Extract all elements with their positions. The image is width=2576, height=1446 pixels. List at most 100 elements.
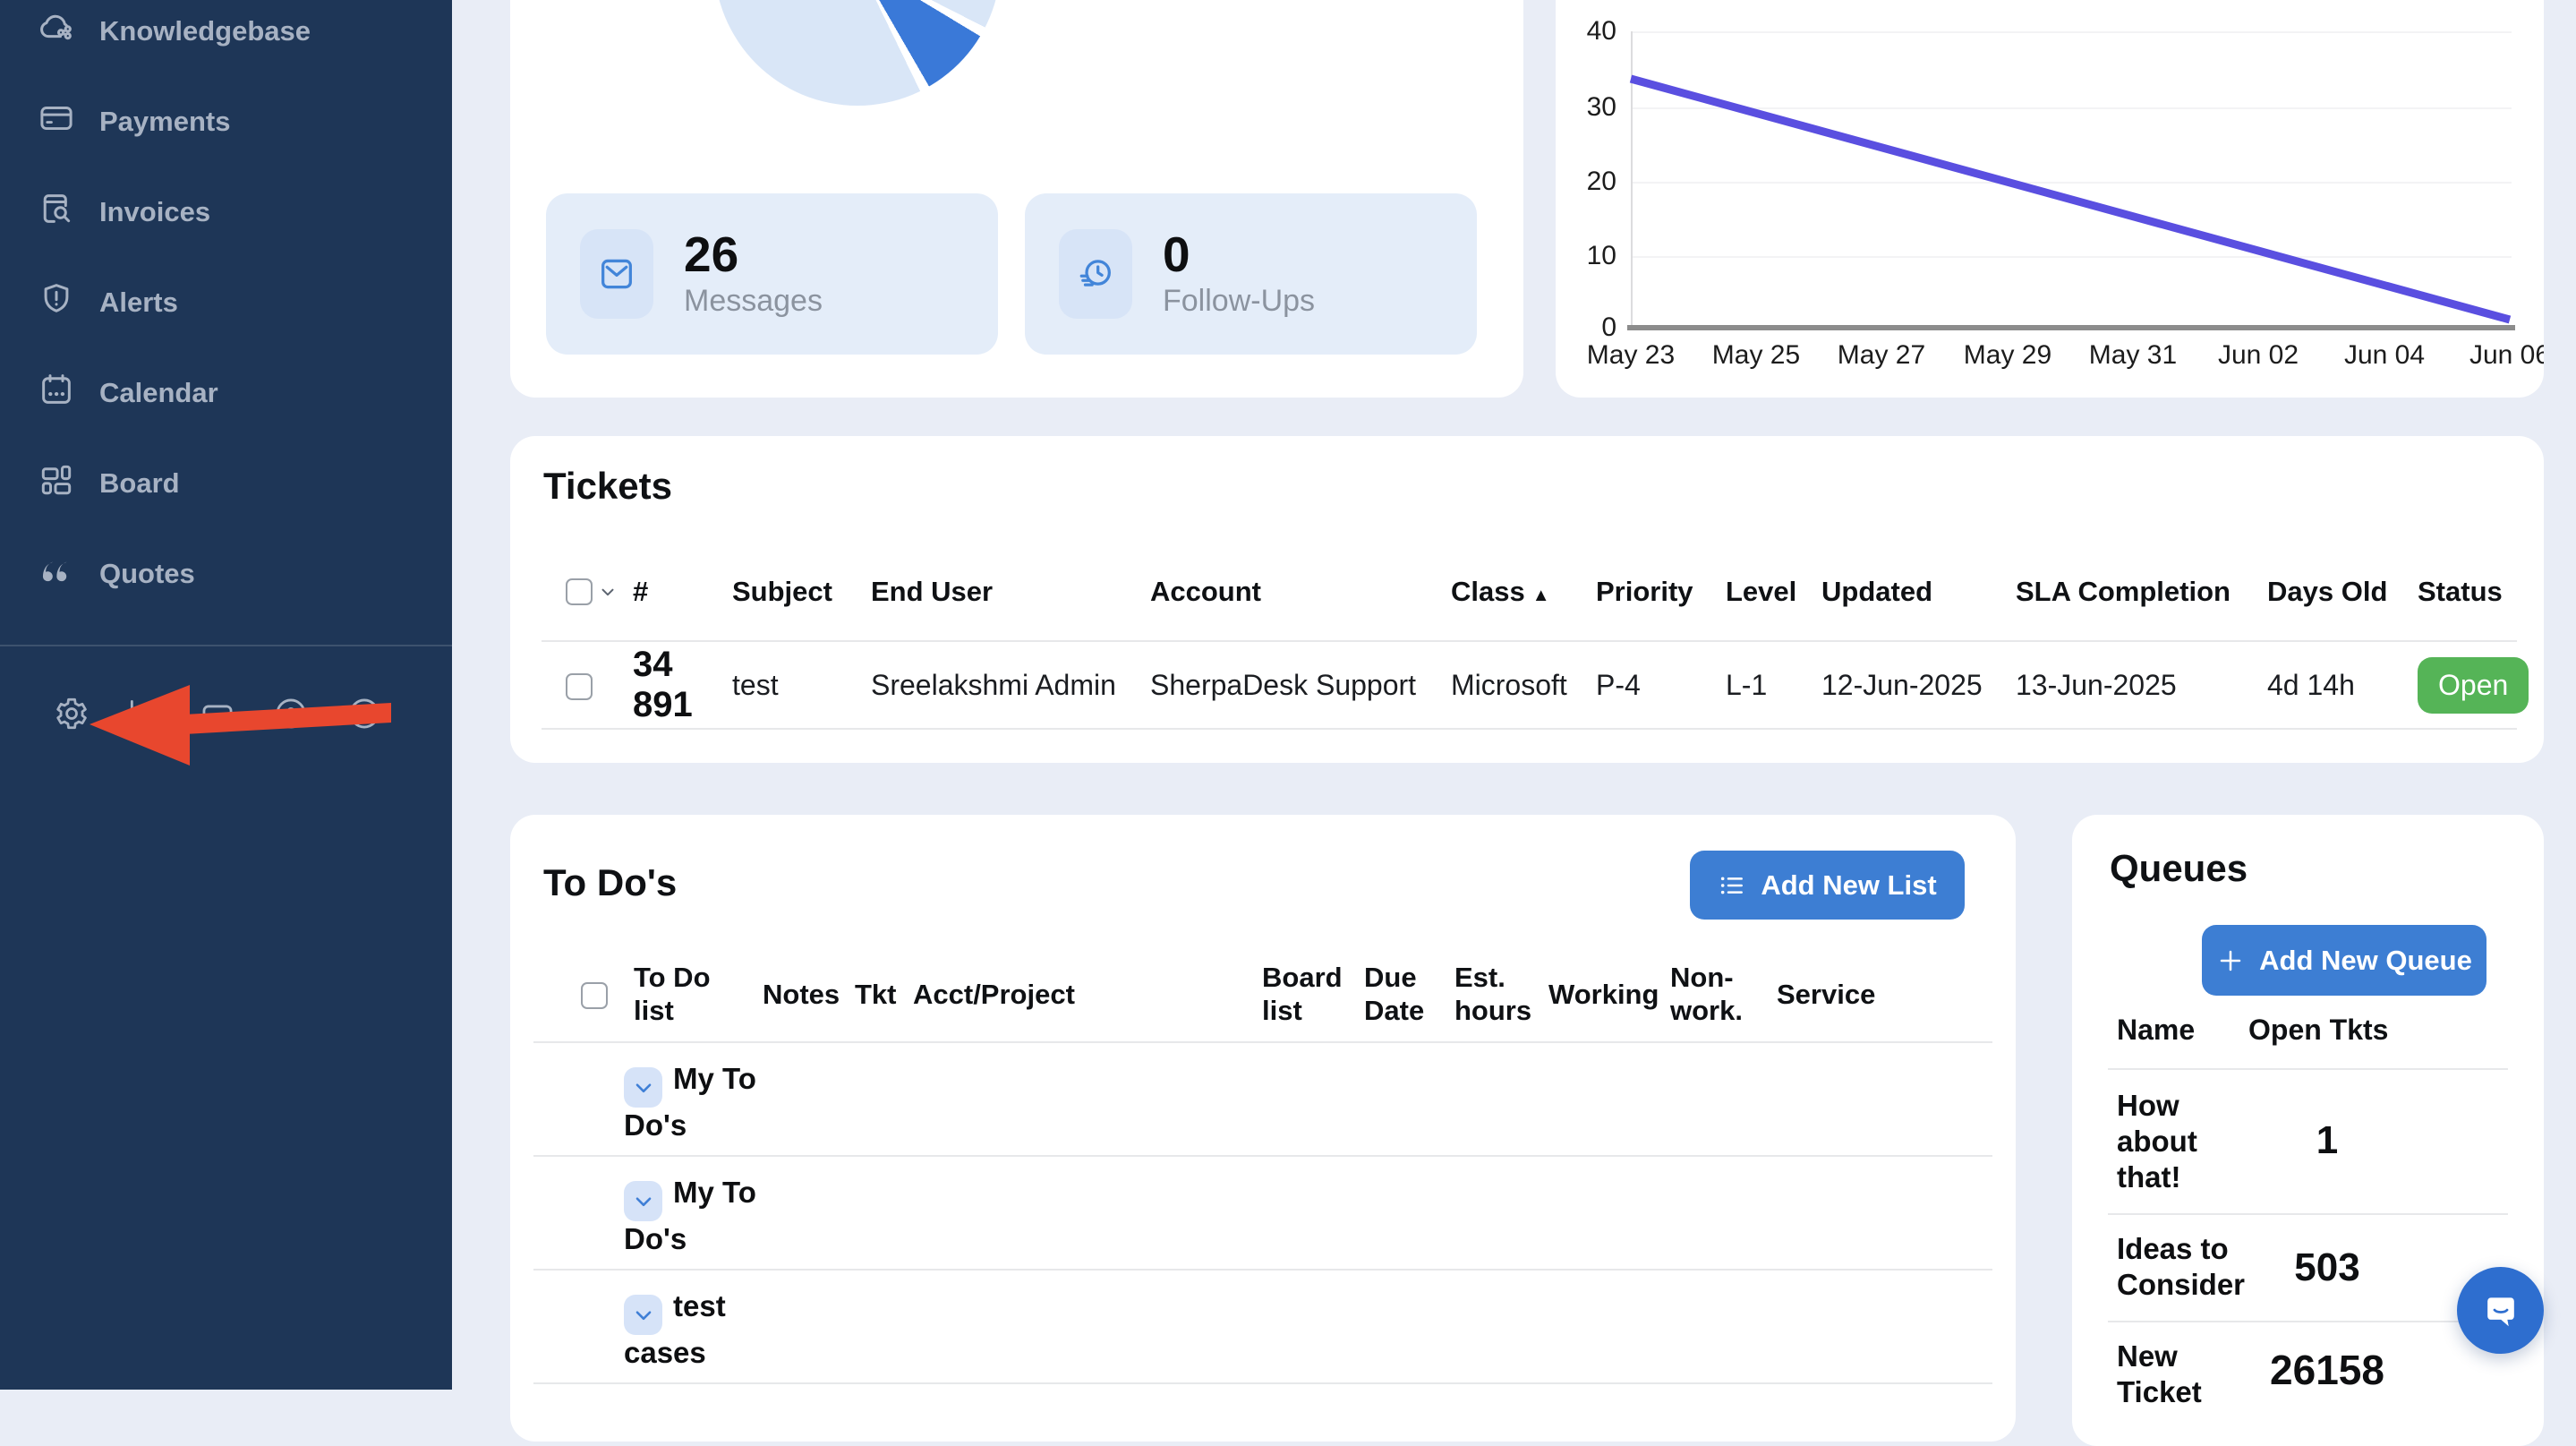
panel-icon[interactable]: [199, 695, 236, 737]
knowledgebase-icon: [38, 9, 75, 54]
add-new-queue-label: Add New Queue: [2259, 945, 2472, 977]
queue-name[interactable]: Ideas to Consider: [2117, 1231, 2233, 1303]
sidebar-item-invoices[interactable]: Invoices: [0, 167, 452, 257]
ticket-priority: P-4: [1596, 669, 1726, 702]
tickets-col-level[interactable]: Level: [1726, 576, 1821, 608]
expand-list-button[interactable]: [624, 1181, 662, 1221]
tickets-title: Tickets: [543, 465, 672, 508]
sort-asc-icon: ▲: [1532, 586, 1550, 605]
tickets-col-daysold[interactable]: Days Old: [2267, 576, 2418, 608]
x-tick: May 27: [1819, 340, 1944, 371]
sidebar-item-alerts[interactable]: Alerts: [0, 257, 452, 347]
queues-col-name: Name: [2117, 1014, 2195, 1047]
tickets-header-row: # Subject End User Account Class▲ Priori…: [510, 551, 2544, 633]
queue-open-count: 1: [2256, 1118, 2399, 1163]
todos-col-esthours[interactable]: Est. hours: [1454, 961, 1548, 1027]
todos-col-acct[interactable]: Acct/Project: [913, 978, 1262, 1011]
tickets-col-class[interactable]: Class▲: [1451, 576, 1596, 608]
followup-clock-icon: [1059, 229, 1132, 319]
trend-line: [1556, 0, 2544, 398]
add-new-list-button[interactable]: Add New List: [1690, 851, 1965, 920]
globe-icon[interactable]: [272, 695, 310, 737]
x-tick: May 31: [2070, 340, 2196, 371]
todos-col-nonwork[interactable]: Non-work.: [1670, 961, 1777, 1027]
todos-col-tkt[interactable]: Tkt: [855, 978, 913, 1011]
ticket-class: Microsoft: [1451, 669, 1596, 702]
x-tick: Jun 02: [2196, 340, 2321, 371]
board-icon: [38, 461, 75, 506]
sidebar-item-calendar[interactable]: Calendar: [0, 347, 452, 438]
messages-stat-text: 26 Messages: [684, 229, 823, 320]
todos-col-list[interactable]: To Do list: [634, 961, 763, 1027]
help-icon[interactable]: [345, 695, 383, 737]
followups-stat-text: 0 Follow-Ups: [1163, 229, 1315, 320]
ticket-subject: test: [732, 669, 871, 702]
chart-plot-area: 40 30 20 10 0 May 23 May 25 May 27 May 2…: [1556, 0, 2544, 398]
tickets-col-sla[interactable]: SLA Completion: [2016, 576, 2267, 608]
messages-stat-tile[interactable]: 26 Messages: [546, 193, 998, 355]
todos-col-duedate[interactable]: Due Date: [1364, 961, 1454, 1027]
sidebar-item-label: Knowledgebase: [99, 15, 311, 47]
table-divider: [542, 728, 2517, 730]
tickets-col-account[interactable]: Account: [1150, 576, 1451, 608]
sidebar-nav: Knowledgebase Payments Invoices Alerts C: [0, 0, 452, 619]
todo-list-row[interactable]: My To Do's: [510, 1041, 2016, 1155]
expand-list-button[interactable]: [624, 1067, 662, 1108]
followups-label: Follow-Ups: [1163, 284, 1315, 319]
tickets-col-updated[interactable]: Updated: [1821, 576, 2016, 608]
table-divider: [542, 640, 2517, 642]
followups-count: 0: [1163, 229, 1315, 281]
chat-bubble-icon: [2476, 1286, 2526, 1336]
sidebar-item-knowledgebase[interactable]: Knowledgebase: [0, 0, 452, 76]
followups-stat-tile[interactable]: 0 Follow-Ups: [1025, 193, 1477, 355]
todos-col-working[interactable]: Working: [1548, 978, 1670, 1011]
tickets-col-enduser[interactable]: End User: [871, 576, 1150, 608]
sidebar-item-label: Board: [99, 467, 180, 500]
chevron-down-icon[interactable]: [598, 582, 618, 602]
queue-row[interactable]: How about that! 1: [2072, 1068, 2544, 1213]
todos-col-service[interactable]: Service: [1777, 978, 2016, 1011]
x-tick: May 25: [1693, 340, 1819, 371]
ticket-number[interactable]: 34 891: [633, 645, 732, 725]
todos-col-boardlist[interactable]: Board list: [1262, 961, 1364, 1027]
row-checkbox[interactable]: [566, 673, 593, 700]
ticket-sla: 13-Jun-2025: [2016, 669, 2267, 702]
sidebar-item-board[interactable]: Board: [0, 438, 452, 528]
tickets-col-number[interactable]: #: [633, 576, 732, 608]
todos-title: To Do's: [543, 861, 677, 904]
ticket-row[interactable]: 34 891 test Sreelakshmi Admin SherpaDesk…: [510, 644, 2544, 726]
queue-name[interactable]: How about that!: [2117, 1088, 2224, 1195]
tickets-col-subject[interactable]: Subject: [732, 576, 871, 608]
expand-list-button[interactable]: [624, 1295, 662, 1335]
todos-header-row: To Do list Notes Tkt Acct/Project Board …: [510, 949, 2016, 1039]
settings-icon[interactable]: [52, 695, 90, 737]
select-all-checkbox[interactable]: [566, 578, 593, 605]
todos-col-notes[interactable]: Notes: [763, 978, 855, 1011]
x-tick: May 23: [1568, 340, 1693, 371]
payments-icon: [38, 99, 75, 144]
select-all-checkbox[interactable]: [581, 982, 608, 1009]
messages-count: 26: [684, 229, 823, 281]
x-tick: Jun 04: [2322, 340, 2447, 371]
sidebar-item-label: Payments: [99, 106, 230, 138]
sidebar-item-payments[interactable]: Payments: [0, 76, 452, 167]
todo-list-row[interactable]: test cases: [510, 1269, 2016, 1382]
sidebar-item-quotes[interactable]: Quotes: [0, 528, 452, 619]
chevron-down-icon: [632, 1304, 655, 1327]
queue-name[interactable]: New Ticket: [2117, 1339, 2215, 1410]
sidebar-item-label: Alerts: [99, 287, 178, 319]
chat-launcher-button[interactable]: [2457, 1267, 2544, 1354]
tickets-col-priority[interactable]: Priority: [1596, 576, 1726, 608]
queues-title: Queues: [2110, 847, 2248, 890]
todo-list-row[interactable]: My To Do's: [510, 1155, 2016, 1269]
queue-open-count: 503: [2256, 1245, 2399, 1290]
add-new-queue-button[interactable]: Add New Queue: [2202, 925, 2486, 996]
chevron-down-icon: [632, 1076, 655, 1099]
add-new-list-label: Add New List: [1761, 869, 1936, 902]
plus-icon: [2216, 946, 2245, 975]
queue-open-count: 26158: [2256, 1346, 2399, 1394]
messages-label: Messages: [684, 284, 823, 319]
analytics-icon[interactable]: [125, 695, 163, 737]
tickets-col-status[interactable]: Status: [2418, 576, 2544, 608]
todos-card: To Do's Add New List To Do list Notes Tk…: [510, 815, 2016, 1442]
